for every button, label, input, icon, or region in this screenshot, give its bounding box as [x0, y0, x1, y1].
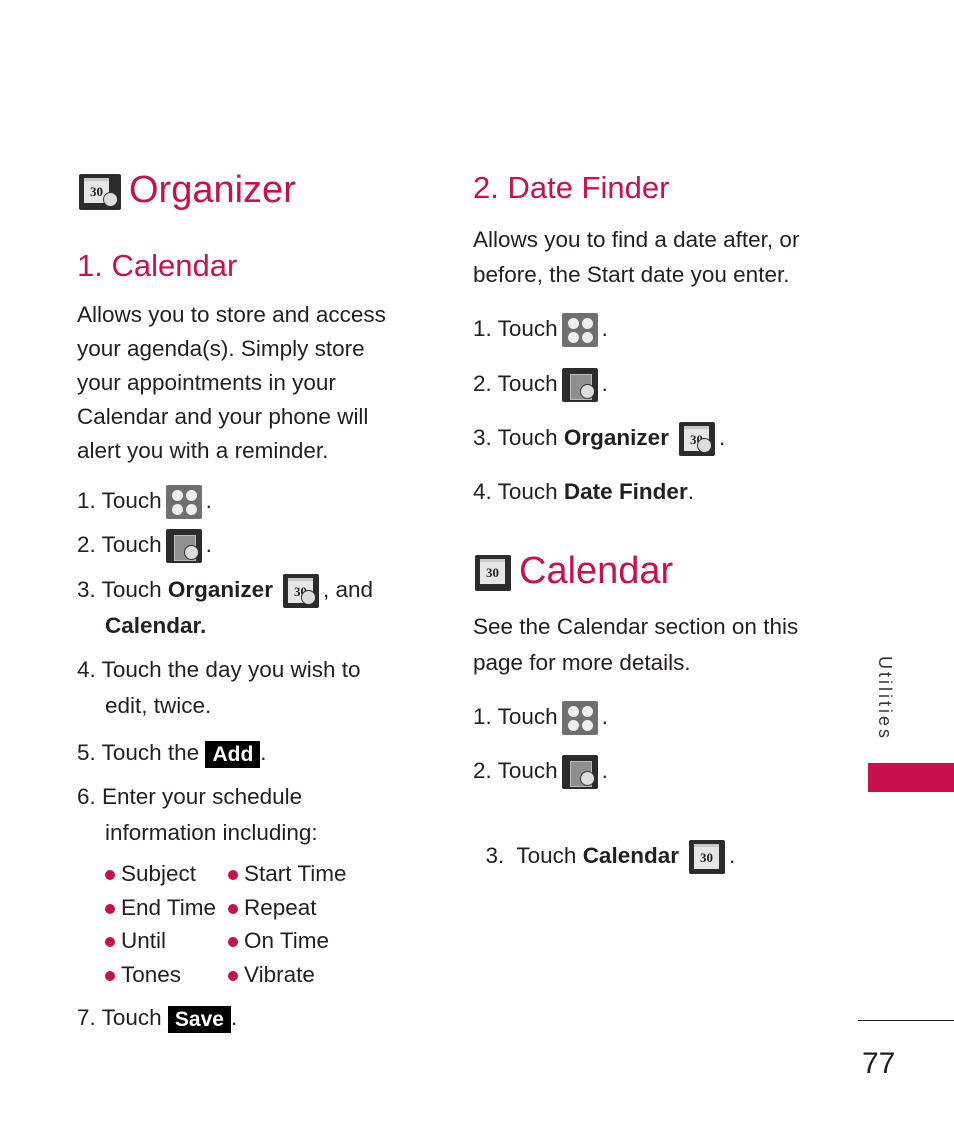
calendar-30-icon[interactable]: 30: [688, 840, 725, 874]
calendar-intro-2: page for more details.: [473, 650, 691, 675]
calendar-step-6: 6. Enter your schedule: [77, 784, 303, 809]
save-button[interactable]: Save: [167, 1005, 231, 1033]
organizer-calendar-clock-icon[interactable]: 30: [678, 422, 715, 456]
tools-note-clock-icon[interactable]: [561, 755, 598, 789]
organizer-title: 30 Organizer: [79, 168, 296, 212]
bullet-item: On Time: [228, 924, 368, 958]
calendar-step-6-line2: information including:: [105, 820, 318, 845]
calendar-step-4-line2: edit, twice.: [105, 693, 212, 718]
date-finder-step-3: 3. Touch Organizer 30.: [473, 422, 725, 456]
apps-grid-icon[interactable]: [561, 313, 598, 347]
calendar-step-5: 5. Touch the Add.: [77, 740, 267, 768]
add-button[interactable]: Add: [205, 740, 261, 768]
date-finder-step-2: 2. Touch.: [473, 368, 608, 402]
bullet-item: Vibrate: [228, 958, 368, 992]
calendar-step-1: 1. Touch.: [77, 485, 212, 519]
side-tab-marker: [868, 763, 954, 792]
schedule-fields-list: Subject Start Time End Time Repeat Until…: [105, 857, 368, 991]
calendar-title-text: Calendar: [519, 550, 674, 592]
organizer-title-text: Organizer: [129, 169, 296, 211]
bullet-item: Start Time: [228, 857, 368, 891]
cal-step-2: 2. Touch.: [473, 755, 608, 789]
date-finder-step-1: 1. Touch.: [473, 313, 608, 347]
date-finder-heading: 2. Date Finder: [473, 170, 670, 205]
calendar-intro-1: See the Calendar section on this: [473, 614, 799, 639]
tools-note-clock-icon[interactable]: [561, 368, 598, 402]
side-tab-label: Utilities: [875, 656, 895, 742]
date-finder-intro-1: Allows you to find a date after, or: [473, 227, 800, 252]
date-finder-intro-2: before, the Start date you enter.: [473, 262, 790, 287]
bullet-item: Repeat: [228, 891, 368, 925]
calendar-step-4: 4. Touch the day you wish to: [77, 657, 361, 682]
cal-step-1: 1. Touch.: [473, 701, 608, 735]
calendar-30-icon: 30: [475, 554, 511, 591]
organizer-calendar-clock-icon[interactable]: 30: [282, 574, 319, 608]
bullet-item: Subject: [105, 857, 228, 891]
tools-note-clock-icon[interactable]: [165, 529, 202, 563]
apps-grid-icon[interactable]: [165, 485, 202, 519]
bullet-item: End Time: [105, 891, 228, 925]
date-finder-step-4: 4. Touch Date Finder.: [473, 479, 694, 504]
calendar-step-3: 3. Touch Organizer 30, and: [77, 574, 373, 608]
page-number: 77: [862, 1047, 896, 1080]
calendar-section-heading: 1. Calendar: [77, 248, 238, 283]
calendar-step-3-line2: Calendar.: [105, 613, 207, 638]
footer-divider: [858, 1020, 954, 1021]
calendar-step-7: 7. Touch Save.: [77, 1005, 238, 1033]
organizer-calendar-clock-icon: 30: [79, 173, 121, 210]
cal-step-3: 3. Touch Calendar 30.: [473, 810, 735, 874]
bullet-item: Until: [105, 924, 228, 958]
calendar-step-2: 2. Touch.: [77, 529, 212, 563]
apps-grid-icon[interactable]: [561, 701, 598, 735]
bullet-item: Tones: [105, 958, 228, 992]
calendar-title: 30 Calendar: [475, 549, 673, 593]
calendar-intro: Allows you to store and access your agen…: [77, 302, 386, 463]
